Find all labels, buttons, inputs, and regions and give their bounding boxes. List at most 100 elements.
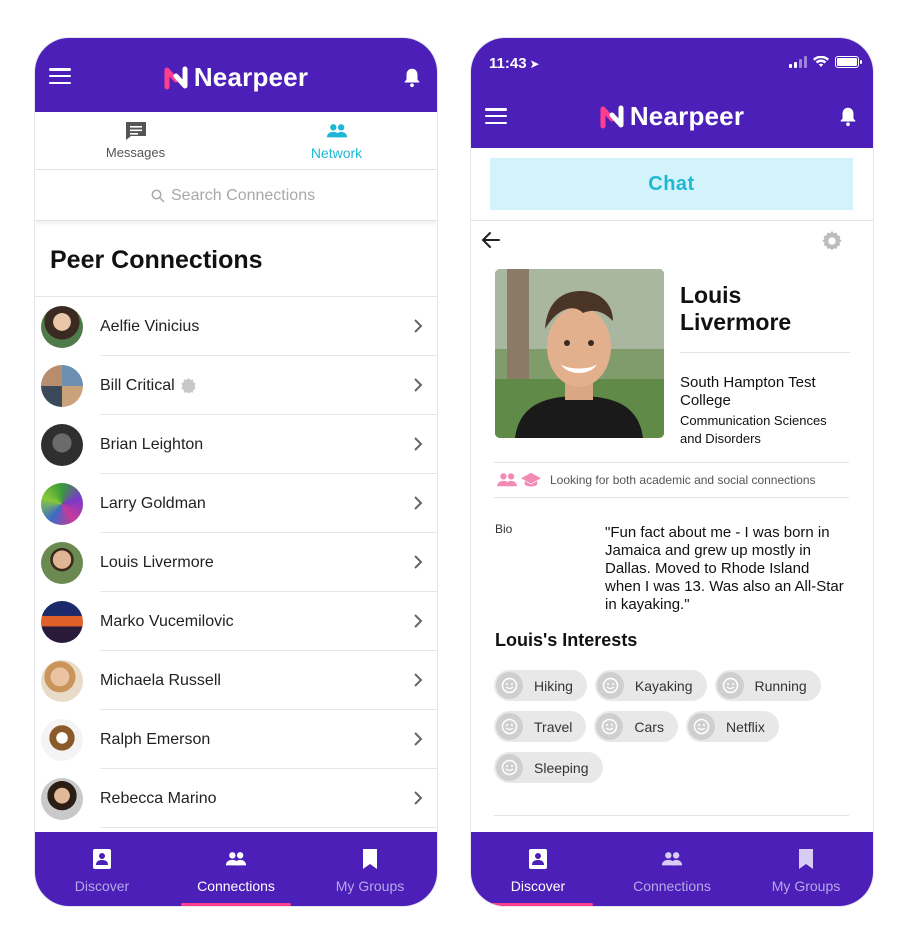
bio-text: "Fun fact about me - I was born in Jamai… xyxy=(605,524,844,613)
list-item[interactable]: Ralph Emerson xyxy=(35,710,437,769)
bio-label: Bio xyxy=(495,522,513,536)
brand-name: Nearpeer xyxy=(193,62,309,92)
contact-name: Ralph Emerson xyxy=(100,730,211,748)
interest-label: Netflix xyxy=(725,718,765,735)
tab-discover-label: Discover xyxy=(74,878,130,894)
tab-network-label: Network xyxy=(310,144,363,161)
avatar xyxy=(41,423,83,466)
interest-label: Sleeping xyxy=(534,759,589,776)
gear-icon[interactable] xyxy=(821,230,843,252)
connections-icon xyxy=(225,852,247,866)
avatar xyxy=(41,600,83,643)
bookmark-icon xyxy=(799,849,813,869)
nearpeer-logo-icon xyxy=(164,66,188,89)
tab-network[interactable]: Network xyxy=(236,112,437,169)
signal-icon xyxy=(789,56,807,68)
tab-messages-label: Messages xyxy=(105,145,166,160)
list-item[interactable]: Larry Goldman xyxy=(35,474,437,533)
status-bar: 11:43 ➤ xyxy=(471,38,873,90)
chevron-right-icon xyxy=(414,378,423,392)
interest-label: Cars xyxy=(634,718,664,735)
chevron-right-icon xyxy=(414,496,423,510)
chat-area: Chat xyxy=(471,148,873,221)
list-item[interactable]: Michaela Russell xyxy=(35,651,437,710)
interest-label: Kayaking xyxy=(634,677,693,694)
network-screen: Nearpeer Messages Network Search Connect… xyxy=(35,38,437,906)
contact-name: Brian Leighton xyxy=(100,435,204,453)
nearpeer-logo-icon xyxy=(600,105,624,128)
smiley-icon xyxy=(496,754,523,781)
tab-connections-label: Connections xyxy=(633,878,711,894)
connections-icon xyxy=(661,852,683,866)
list-item[interactable]: Aelfie Vinicius xyxy=(35,297,437,356)
discover-icon xyxy=(529,849,547,869)
profile-major: Communication Sciences and Disorders xyxy=(680,413,827,446)
looking-for: Looking for both academic and social con… xyxy=(494,462,849,498)
contact-name: Aelfie Vinicius xyxy=(100,317,200,335)
interest-chip[interactable]: Running xyxy=(714,670,821,701)
back-arrow-icon[interactable] xyxy=(481,230,501,250)
smiley-icon xyxy=(496,672,523,699)
page-title: Peer Connections xyxy=(50,246,263,274)
search-connections[interactable] xyxy=(35,171,437,221)
smiley-icon xyxy=(596,713,624,740)
interest-chip[interactable]: Netflix xyxy=(685,711,779,742)
list-item[interactable]: Rebecca Marino xyxy=(35,769,437,828)
list-item[interactable]: Bill Critical xyxy=(35,356,437,415)
brand: Nearpeer xyxy=(471,101,873,132)
smiley-icon xyxy=(716,672,744,699)
interest-chip[interactable]: Travel xyxy=(494,711,587,742)
tab-discover[interactable]: Discover xyxy=(471,832,605,906)
profile-school: South Hampton Test College xyxy=(680,374,816,409)
contact-name: Louis Livermore xyxy=(100,553,214,571)
chat-button[interactable]: Chat xyxy=(490,158,853,210)
tab-my-groups-label: My Groups xyxy=(335,878,405,894)
search-input[interactable] xyxy=(171,186,321,205)
tab-my-groups[interactable]: My Groups xyxy=(303,832,437,906)
list-item[interactable]: Marko Vucemilovic xyxy=(35,592,437,651)
list-item[interactable]: Brian Leighton xyxy=(35,415,437,474)
connections-list: Aelfie Vinicius Bill Critical Brian Leig… xyxy=(35,296,437,828)
avatar xyxy=(41,305,83,348)
avatar xyxy=(41,541,83,584)
interest-chip[interactable]: Hiking xyxy=(494,670,587,701)
interest-chip[interactable]: Kayaking xyxy=(594,670,707,701)
notification-bell-icon[interactable] xyxy=(837,105,859,127)
list-item[interactable]: Louis Livermore xyxy=(35,533,437,592)
tab-connections-label: Connections xyxy=(197,878,275,894)
people-icon xyxy=(497,473,517,487)
bottom-tab-bar: Discover Connections My Groups xyxy=(35,832,437,906)
tab-connections[interactable]: Connections xyxy=(169,832,303,906)
verified-badge-icon xyxy=(181,378,196,393)
tab-messages[interactable]: Messages xyxy=(35,112,236,169)
tab-discover[interactable]: Discover xyxy=(35,832,169,906)
brand: Nearpeer xyxy=(35,62,437,93)
contact-name: Bill Critical xyxy=(100,376,175,394)
interest-label: Travel xyxy=(534,718,573,735)
chevron-right-icon xyxy=(414,319,423,333)
interest-label: Hiking xyxy=(534,677,573,694)
location-arrow-icon: ➤ xyxy=(529,57,540,71)
tab-my-groups[interactable]: My Groups xyxy=(739,832,873,906)
interest-chip[interactable]: Cars xyxy=(594,711,678,742)
chevron-right-icon xyxy=(414,437,423,451)
divider xyxy=(680,352,850,353)
contact-name: Michaela Russell xyxy=(100,671,221,689)
interest-chip[interactable]: Sleeping xyxy=(494,752,603,783)
smiley-icon xyxy=(596,672,624,699)
chevron-right-icon xyxy=(414,732,423,746)
avatar xyxy=(41,659,83,702)
chevron-right-icon xyxy=(414,555,423,569)
status-time: 11:43 ➤ xyxy=(489,55,540,72)
notification-bell-icon[interactable] xyxy=(401,66,423,88)
tab-discover-label: Discover xyxy=(510,878,566,894)
looking-for-text: Looking for both academic and social con… xyxy=(550,473,816,487)
avatar xyxy=(41,364,83,407)
contact-name: Larry Goldman xyxy=(100,494,206,512)
wifi-icon xyxy=(813,56,829,67)
smiley-icon xyxy=(687,713,715,740)
avatar xyxy=(41,718,83,761)
tab-connections[interactable]: Connections xyxy=(605,832,739,906)
brand-name: Nearpeer xyxy=(629,101,745,131)
app-header: 11:43 ➤ Nearpeer xyxy=(471,38,873,148)
